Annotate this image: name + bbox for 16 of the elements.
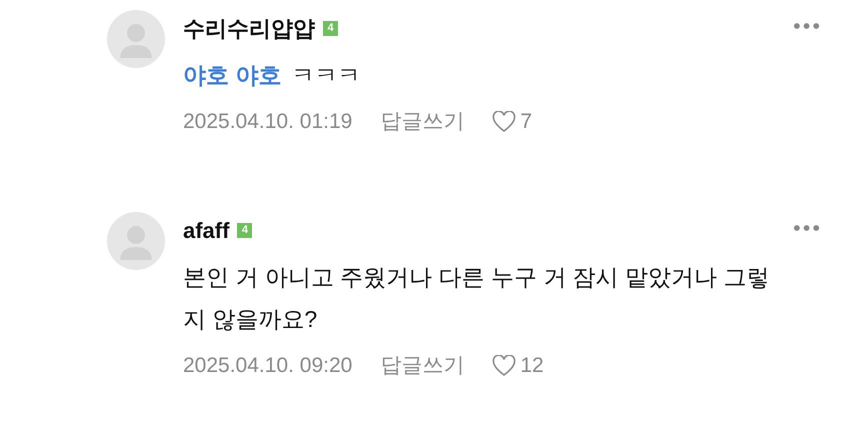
more-options-icon[interactable] (792, 224, 820, 232)
comment-date: 2025.04.10. 09:20 (183, 353, 352, 379)
avatar-icon (107, 212, 165, 270)
comment-text: 본인 거 아니고 주웠거나 다른 누구 거 잠시 맡았거나 그렇지 않을까요? (183, 263, 771, 334)
comment-date: 2025.04.10. 01:19 (183, 109, 352, 135)
author-name[interactable]: 수리수리얍얍 (183, 12, 315, 44)
author-name[interactable]: afaff (183, 214, 230, 246)
avatar-icon (107, 10, 165, 68)
heart-icon[interactable] (492, 110, 516, 133)
comment-text: 야호 야호 ㅋㅋㅋ (183, 61, 362, 90)
like-count: 12 (520, 353, 544, 379)
like-count: 7 (520, 109, 532, 135)
level-badge: 4 (323, 20, 338, 36)
more-options-icon[interactable] (792, 22, 820, 30)
heart-icon[interactable] (492, 354, 516, 377)
level-badge: 4 (237, 222, 252, 238)
